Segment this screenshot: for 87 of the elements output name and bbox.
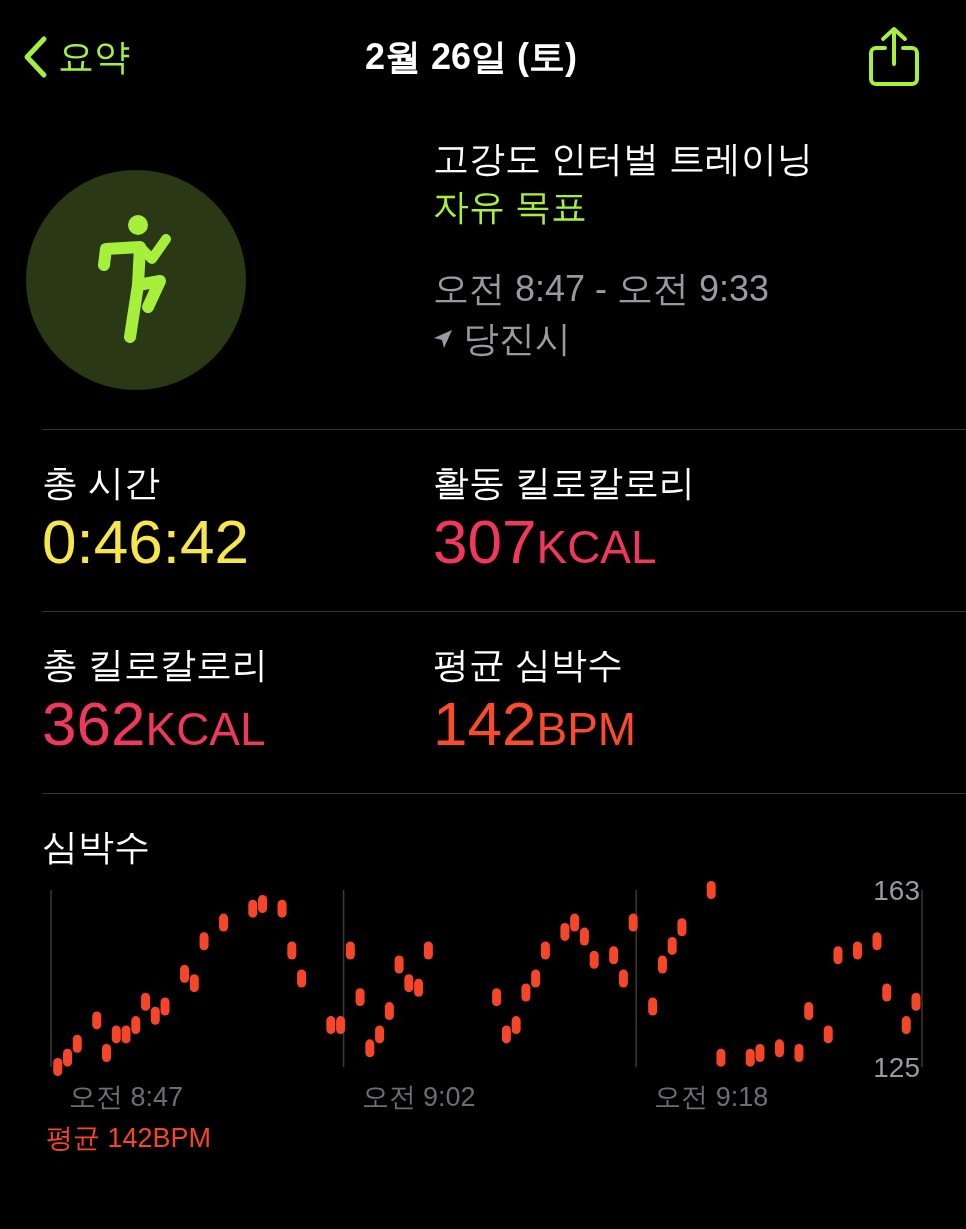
heart-rate-point <box>560 922 570 941</box>
heart-rate-point <box>297 969 307 988</box>
workout-location: 당진시 <box>463 317 571 361</box>
average-heart-rate: 평균 142BPM <box>46 1122 213 1155</box>
heart-rate-point <box>531 969 541 988</box>
heart-rate-point <box>365 1039 375 1058</box>
heart-rate-point <box>287 941 297 960</box>
heart-rate-point <box>755 1044 765 1063</box>
heart-rate-point <box>180 964 190 983</box>
heart-rate-point <box>804 1002 814 1021</box>
x-tick-label: 오전 9:18 <box>654 1082 769 1112</box>
heart-rate-point <box>570 913 580 932</box>
heart-rate-point <box>375 1025 385 1044</box>
heart-rate-point <box>677 918 687 937</box>
heart-rate-point <box>63 1048 72 1067</box>
heart-rate-point <box>345 941 355 960</box>
heart-rate-point <box>648 997 658 1016</box>
heart-rate-point <box>111 1025 121 1044</box>
location-arrow-icon <box>433 329 453 349</box>
heart-rate-point <box>384 1002 394 1021</box>
heart-rate-point <box>853 941 862 960</box>
heart-rate-point <box>716 1048 726 1067</box>
heart-rate-point <box>501 1025 511 1044</box>
heart-rate-point <box>667 936 677 955</box>
heart-rate-point <box>423 941 433 960</box>
heart-rate-point <box>511 1016 521 1035</box>
back-button[interactable]: 요약 <box>22 32 365 82</box>
heart-rate-point <box>589 950 599 969</box>
metric-value: 142BPM <box>433 688 638 760</box>
heart-rate-point <box>901 1016 911 1035</box>
heart-rate-point <box>628 913 638 932</box>
heart-rate-point <box>706 881 716 899</box>
metric-label: 평균 심박수 <box>433 643 624 687</box>
heart-rate-point <box>141 992 151 1011</box>
workout-time: 오전 8:47 - 오전 9:33 <box>433 267 771 311</box>
share-button[interactable] <box>868 26 920 88</box>
workout-name: 고강도 인터벌 트레이닝 <box>433 137 813 181</box>
heart-rate-point <box>277 899 287 918</box>
heart-rate-point <box>657 955 667 974</box>
chevron-left-icon <box>22 35 48 79</box>
heart-rate-point <box>160 997 170 1016</box>
heart-rate-point <box>72 1034 82 1053</box>
heart-rate-point <box>872 932 882 951</box>
x-tick-label: 오전 9:02 <box>361 1082 476 1112</box>
heart-rate-point <box>199 932 209 951</box>
heart-rate-point <box>102 1044 111 1063</box>
heart-rate-point <box>53 1058 63 1076</box>
heart-rate-point <box>121 1025 131 1044</box>
heart-rate-point <box>794 1044 804 1063</box>
heart-rate-point <box>579 927 589 946</box>
heart-rate-point <box>150 1006 160 1025</box>
x-tick-label: 오전 8:47 <box>69 1082 184 1112</box>
heart-rate-point <box>248 899 258 918</box>
heart-rate-point <box>219 913 229 932</box>
heart-rate-point <box>394 955 404 974</box>
date-title: 2월 26일 (토) <box>364 34 577 79</box>
metric-label: 총 킬로칼로리 <box>42 643 269 687</box>
workout-goal: 자유 목표 <box>433 185 588 229</box>
heart-rate-point <box>833 946 843 965</box>
heart-rate-point <box>189 974 199 993</box>
heart-rate-point <box>404 974 414 993</box>
metric-label: 활동 킬로칼로리 <box>433 461 696 505</box>
heart-rate-point <box>414 978 424 997</box>
section-title: 심박수 <box>42 825 151 869</box>
share-icon <box>868 26 920 88</box>
heart-rate-point <box>355 988 365 1007</box>
heart-rate-point <box>911 992 921 1011</box>
metric-value: 307KCAL <box>433 506 658 578</box>
heart-rate-point <box>258 894 268 913</box>
heart-rate-point <box>745 1048 755 1067</box>
heart-rate-point <box>336 1016 346 1035</box>
heart-rate-point <box>326 1016 336 1035</box>
heart-rate-point <box>492 988 502 1007</box>
heart-rate-point <box>609 946 619 965</box>
heart-rate-point <box>618 969 628 988</box>
heart-rate-point <box>131 1016 141 1035</box>
y-tick-label: 163 <box>873 875 920 906</box>
heart-rate-point <box>540 941 550 960</box>
y-tick-label: 125 <box>873 1052 920 1083</box>
heart-rate-point <box>823 1025 833 1044</box>
heart-rate-point <box>882 983 892 1002</box>
heart-rate-point <box>774 1039 784 1058</box>
heart-rate-point <box>92 1011 102 1030</box>
metric-value: 362KCAL <box>42 688 267 760</box>
heart-rate-point <box>521 983 531 1002</box>
metric-value: 0:46:42 <box>42 506 250 578</box>
metric-label: 총 시간 <box>42 461 161 505</box>
